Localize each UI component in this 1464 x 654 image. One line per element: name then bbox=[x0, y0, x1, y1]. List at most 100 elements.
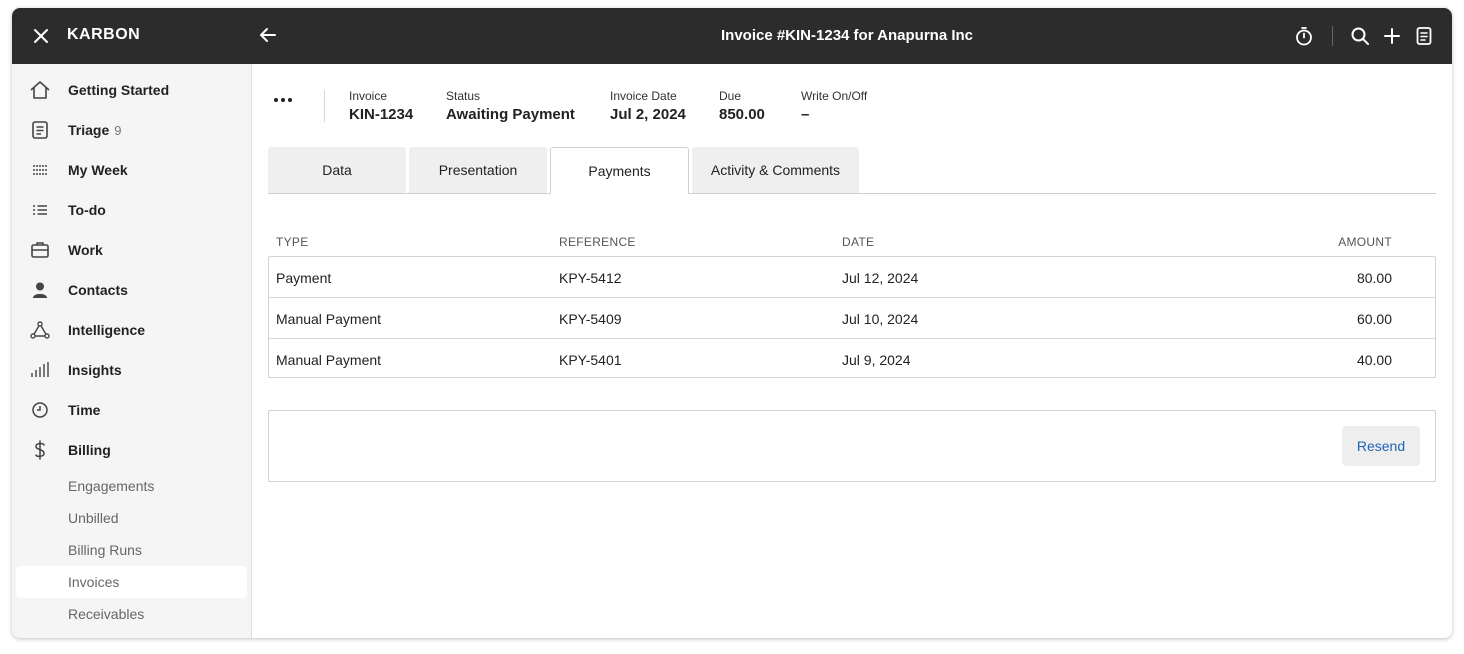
status-field: Status Awaiting Payment bbox=[446, 89, 575, 123]
sidebar-item-time[interactable]: Time bbox=[12, 390, 252, 430]
status-value: Awaiting Payment bbox=[446, 106, 575, 123]
app-window: KARBON Invoice #KIN-1234 for Anapurna In… bbox=[12, 8, 1452, 638]
sidebar-item-label: Intelligence bbox=[68, 322, 146, 338]
sidebar-subitem-label: Billing Runs bbox=[68, 542, 142, 558]
cell-reference: KPY-5412 bbox=[559, 270, 622, 286]
table-row[interactable]: Payment KPY-5412 Jul 12, 2024 80.00 bbox=[269, 257, 1435, 297]
tab-presentation[interactable]: Presentation bbox=[409, 147, 547, 193]
dot-icon bbox=[281, 98, 285, 102]
notes-icon[interactable] bbox=[1413, 25, 1435, 47]
sidebar-item-label: Time bbox=[68, 402, 101, 418]
sidebar-item-work[interactable]: Work bbox=[12, 230, 252, 270]
table-row[interactable]: Manual Payment KPY-5409 Jul 10, 2024 60.… bbox=[269, 297, 1435, 337]
my-week-icon bbox=[33, 165, 47, 175]
top-bar: KARBON Invoice #KIN-1234 for Anapurna In… bbox=[12, 8, 1452, 64]
cell-type: Manual Payment bbox=[276, 311, 382, 327]
invoice-date-field: Invoice Date Jul 2, 2024 bbox=[610, 89, 686, 123]
sidebar-item-billing[interactable]: Billing bbox=[12, 430, 252, 470]
sidebar-subitem-unbilled[interactable]: Unbilled bbox=[16, 502, 247, 534]
cell-date: Jul 9, 2024 bbox=[842, 352, 911, 368]
home-icon bbox=[30, 81, 50, 99]
timer-icon[interactable] bbox=[1293, 25, 1315, 47]
invoice-number-field: Invoice KIN-1234 bbox=[349, 89, 413, 123]
cell-date: Jul 12, 2024 bbox=[842, 270, 919, 286]
cell-date: Jul 10, 2024 bbox=[842, 311, 919, 327]
sidebar-item-label: Triage 9 bbox=[68, 122, 122, 138]
page-title: Invoice #KIN-1234 for Anapurna Inc bbox=[720, 27, 973, 44]
triage-icon bbox=[32, 121, 48, 139]
field-label: Due bbox=[719, 89, 742, 103]
sidebar-item-label: My Week bbox=[68, 162, 128, 178]
sidebar: Getting Started Triage 9 My Week To-do W… bbox=[12, 64, 252, 638]
actions-panel: Resend bbox=[268, 410, 1436, 482]
header-divider bbox=[324, 90, 325, 122]
sidebar-item-todo[interactable]: To-do bbox=[12, 190, 252, 230]
sidebar-subitem-receivables[interactable]: Receivables bbox=[16, 598, 247, 630]
network-icon bbox=[30, 321, 50, 339]
plus-icon[interactable] bbox=[1381, 25, 1403, 47]
clock-icon bbox=[32, 402, 48, 418]
tab-data[interactable]: Data bbox=[268, 147, 406, 193]
field-value: 850.00 bbox=[719, 106, 765, 123]
sidebar-item-getting-started[interactable]: Getting Started bbox=[12, 70, 252, 110]
sidebar-subitem-engagements[interactable]: Engagements bbox=[16, 470, 247, 502]
sidebar-subitem-invoices[interactable]: Invoices bbox=[16, 566, 247, 598]
column-header-date: DATE bbox=[842, 235, 875, 249]
sidebar-item-label: To-do bbox=[68, 202, 106, 218]
sidebar-subitem-billing-runs[interactable]: Billing Runs bbox=[16, 534, 247, 566]
dollar-icon bbox=[35, 440, 45, 460]
tab-activity-comments[interactable]: Activity & Comments bbox=[692, 147, 859, 193]
todo-list-icon bbox=[33, 205, 47, 215]
back-arrow-icon[interactable] bbox=[257, 24, 279, 46]
sidebar-subitem-label: Invoices bbox=[68, 574, 120, 590]
cell-reference: KPY-5409 bbox=[559, 311, 622, 327]
field-value: – bbox=[801, 106, 810, 123]
due-field: Due 850.00 bbox=[719, 89, 765, 123]
resend-button[interactable]: Resend bbox=[1342, 426, 1420, 466]
cell-amount: 40.00 bbox=[1356, 352, 1392, 368]
sidebar-item-label: Getting Started bbox=[68, 82, 170, 98]
sidebar-subitem-label: Unbilled bbox=[68, 510, 119, 526]
field-label: Status bbox=[446, 89, 481, 103]
column-header-amount: AMOUNT bbox=[1338, 235, 1392, 249]
dot-icon bbox=[288, 98, 292, 102]
sidebar-subitem-label: Receivables bbox=[68, 606, 145, 622]
tab-payments[interactable]: Payments bbox=[550, 147, 689, 194]
sidebar-item-label: Work bbox=[68, 242, 103, 258]
cell-type: Payment bbox=[276, 270, 332, 286]
toolbar-divider bbox=[1332, 26, 1333, 46]
sidebar-item-insights[interactable]: Insights bbox=[12, 350, 252, 390]
table-row[interactable]: Manual Payment KPY-5401 Jul 9, 2024 40.0… bbox=[269, 338, 1435, 378]
close-icon[interactable] bbox=[30, 25, 52, 47]
sidebar-item-label: Insights bbox=[68, 362, 122, 378]
cell-type: Manual Payment bbox=[276, 352, 382, 368]
field-label: Write On/Off bbox=[801, 89, 868, 103]
field-value: Jul 2, 2024 bbox=[610, 106, 686, 123]
field-label: Invoice bbox=[349, 89, 388, 103]
field-label: Invoice Date bbox=[610, 89, 677, 103]
person-icon bbox=[33, 282, 47, 298]
sidebar-item-contacts[interactable]: Contacts bbox=[12, 270, 252, 310]
field-value: KIN-1234 bbox=[349, 106, 414, 123]
cell-amount: 80.00 bbox=[1356, 270, 1392, 286]
triage-count: 9 bbox=[114, 123, 122, 138]
bar-chart-icon bbox=[31, 362, 49, 377]
main-content: Invoice KIN-1234 Status Awaiting Payment… bbox=[252, 64, 1452, 638]
sidebar-item-my-week[interactable]: My Week bbox=[12, 150, 252, 190]
sidebar-item-label: Contacts bbox=[68, 282, 128, 298]
brand-logo: KARBON bbox=[67, 26, 141, 43]
cell-reference: KPY-5401 bbox=[559, 352, 622, 368]
sidebar-item-intelligence[interactable]: Intelligence bbox=[12, 310, 252, 350]
sidebar-item-triage[interactable]: Triage 9 bbox=[12, 110, 252, 150]
column-header-reference: REFERENCE bbox=[559, 235, 636, 249]
column-header-type: TYPE bbox=[276, 235, 309, 249]
sidebar-item-label: Billing bbox=[68, 442, 111, 458]
dot-icon bbox=[274, 98, 278, 102]
invoice-tabs: Data Presentation Payments Activity & Co… bbox=[268, 147, 1436, 194]
sidebar-subitem-label: Engagements bbox=[68, 478, 155, 494]
briefcase-icon bbox=[31, 242, 49, 258]
cell-amount: 60.00 bbox=[1356, 311, 1392, 327]
search-icon[interactable] bbox=[1349, 25, 1371, 47]
write-on-off-field: Write On/Off – bbox=[801, 89, 867, 123]
more-options-button[interactable] bbox=[272, 94, 296, 106]
